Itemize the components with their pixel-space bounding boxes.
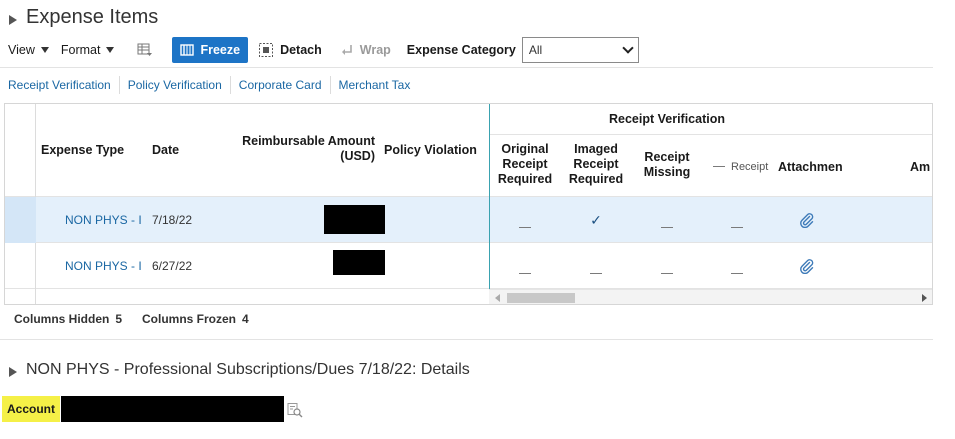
- search-list-icon: [287, 403, 303, 418]
- row1-imaged-receipt-check: ✓: [590, 211, 602, 228]
- row2-receipt-missing: [633, 243, 701, 289]
- col-original-receipt-required[interactable]: Original Receipt Required: [491, 142, 559, 187]
- row1-receipt-missing: [633, 197, 701, 243]
- collapse-triangle-icon[interactable]: [9, 14, 17, 25]
- scroll-left-icon[interactable]: [495, 294, 500, 302]
- collapse-triangle-icon[interactable]: [9, 367, 17, 377]
- expense-items-table: Expense Type Date Reimbursable Amount (U…: [4, 103, 933, 305]
- expense-category-select[interactable]: All: [521, 37, 639, 63]
- col-amount-truncated[interactable]: Am: [910, 104, 932, 229]
- row2-date: 6/27/22: [152, 259, 193, 273]
- group-header-divider: [490, 134, 932, 135]
- section-divider: [0, 339, 933, 340]
- dash-icon: [731, 272, 743, 274]
- expense-category-value: All: [528, 43, 543, 57]
- scrollbar-thumb[interactable]: [507, 293, 575, 303]
- freeze-label: Freeze: [200, 43, 241, 57]
- col-imaged-l1: Imaged: [574, 142, 618, 156]
- col-policy-violation[interactable]: Policy Violation: [384, 104, 477, 196]
- col-receipt-truncated-label: Receipt: [731, 160, 769, 173]
- freeze-button[interactable]: Freeze: [172, 37, 249, 63]
- chevron-down-icon: [622, 42, 634, 54]
- col-missing-l2: Missing: [643, 165, 691, 179]
- format-menu-label: Format: [60, 43, 101, 57]
- caret-down-icon: [106, 47, 115, 53]
- col-reimbursable-amount-unit: (USD): [340, 149, 375, 163]
- dash-icon: [519, 272, 531, 274]
- col-reimbursable-amount-label: Reimbursable Amount: [242, 134, 375, 148]
- columns-hidden-value: 5: [115, 312, 123, 326]
- row2-imaged-receipt: [562, 243, 630, 289]
- tab-merchant-tax[interactable]: Merchant Tax: [331, 76, 419, 94]
- format-menu[interactable]: Format: [61, 43, 115, 57]
- details-header[interactable]: NON PHYS - Professional Subscriptions/Du…: [8, 361, 470, 379]
- columns-frozen-value: 4: [242, 312, 249, 326]
- query-by-example-button[interactable]: [136, 41, 154, 59]
- row1-amount-redacted: [324, 205, 385, 234]
- col-original-l2: Receipt: [502, 157, 548, 171]
- detach-label: Detach: [280, 43, 322, 57]
- expense-items-header[interactable]: Expense Items: [8, 6, 158, 29]
- col-reimbursable-amount[interactable]: Reimbursable Amount (USD): [231, 134, 375, 164]
- col-imaged-l2: Receipt: [573, 157, 619, 171]
- col-expense-type[interactable]: Expense Type: [41, 104, 124, 196]
- row1-date: 7/18/22: [152, 213, 193, 227]
- dash-icon: [661, 272, 673, 274]
- account-search-button[interactable]: [287, 402, 303, 421]
- scroll-right-icon[interactable]: [922, 294, 927, 302]
- tab-corporate-card[interactable]: Corporate Card: [231, 75, 331, 94]
- columns-hidden-status: Columns Hidden 5: [14, 312, 122, 326]
- col-receipt-missing[interactable]: Receipt Missing: [633, 150, 701, 180]
- view-menu[interactable]: View: [8, 43, 49, 57]
- query-by-example-icon: [137, 43, 153, 56]
- col-original-l1: Original: [501, 142, 549, 156]
- dash-icon: [590, 272, 602, 274]
- row2-amount-redacted: [333, 250, 385, 275]
- verification-tabs: Receipt Verification Policy Verification…: [0, 67, 933, 101]
- dash-icon: [713, 166, 725, 167]
- freeze-icon: [180, 44, 195, 56]
- section-title: Expense Items: [26, 6, 159, 28]
- row1-expense-type-link[interactable]: NON PHYS - I: [65, 197, 143, 243]
- row2-expense-type-link[interactable]: NON PHYS - I: [65, 243, 143, 289]
- col-imaged-receipt-required[interactable]: Imaged Receipt Required: [562, 142, 630, 187]
- wrap-icon: [341, 45, 352, 55]
- caret-down-icon: [40, 47, 49, 53]
- row2-attachment[interactable]: [777, 243, 837, 289]
- expense-category-label: Expense Category: [407, 43, 516, 57]
- col-missing-l1: Receipt: [644, 150, 690, 164]
- freeze-divider[interactable]: [489, 104, 490, 289]
- tab-policy-verification[interactable]: Policy Verification: [120, 75, 231, 94]
- row1-attachment[interactable]: [777, 197, 837, 243]
- row1-original-receipt: [491, 197, 559, 243]
- details-title: NON PHYS - Professional Subscriptions/Du…: [26, 361, 470, 378]
- columns-frozen-status: Columns Frozen 4: [142, 312, 249, 326]
- table-toolbar: View Format Freeze Detach Wrap Expense C…: [8, 36, 639, 64]
- dash-icon: [731, 226, 743, 228]
- account-label: Account: [2, 396, 60, 422]
- row1-receipt: [705, 197, 769, 243]
- account-field-redacted[interactable]: [61, 396, 284, 422]
- view-menu-label: View: [8, 43, 35, 57]
- expense-category-label-text: Expense Category: [406, 43, 516, 57]
- col-imaged-l3: Required: [568, 172, 624, 186]
- row-selector[interactable]: [5, 197, 36, 243]
- columns-frozen-label: Columns Frozen: [142, 312, 237, 326]
- paperclip-icon: [800, 213, 814, 228]
- columns-hidden-label: Columns Hidden: [14, 312, 110, 326]
- wrap-button[interactable]: Wrap: [340, 43, 391, 57]
- row2-receipt: [705, 243, 769, 289]
- wrap-label: Wrap: [359, 43, 391, 57]
- paperclip-icon: [800, 259, 814, 274]
- row2-original-receipt: [491, 243, 559, 289]
- col-date[interactable]: Date: [152, 104, 179, 196]
- dash-icon: [661, 226, 673, 228]
- col-original-l3: Required: [497, 172, 553, 186]
- horizontal-scrollbar[interactable]: [489, 289, 932, 304]
- detach-button[interactable]: Detach: [258, 42, 322, 58]
- detach-icon: [259, 43, 274, 57]
- tab-receipt-verification[interactable]: Receipt Verification: [0, 75, 120, 94]
- dash-icon: [519, 226, 531, 228]
